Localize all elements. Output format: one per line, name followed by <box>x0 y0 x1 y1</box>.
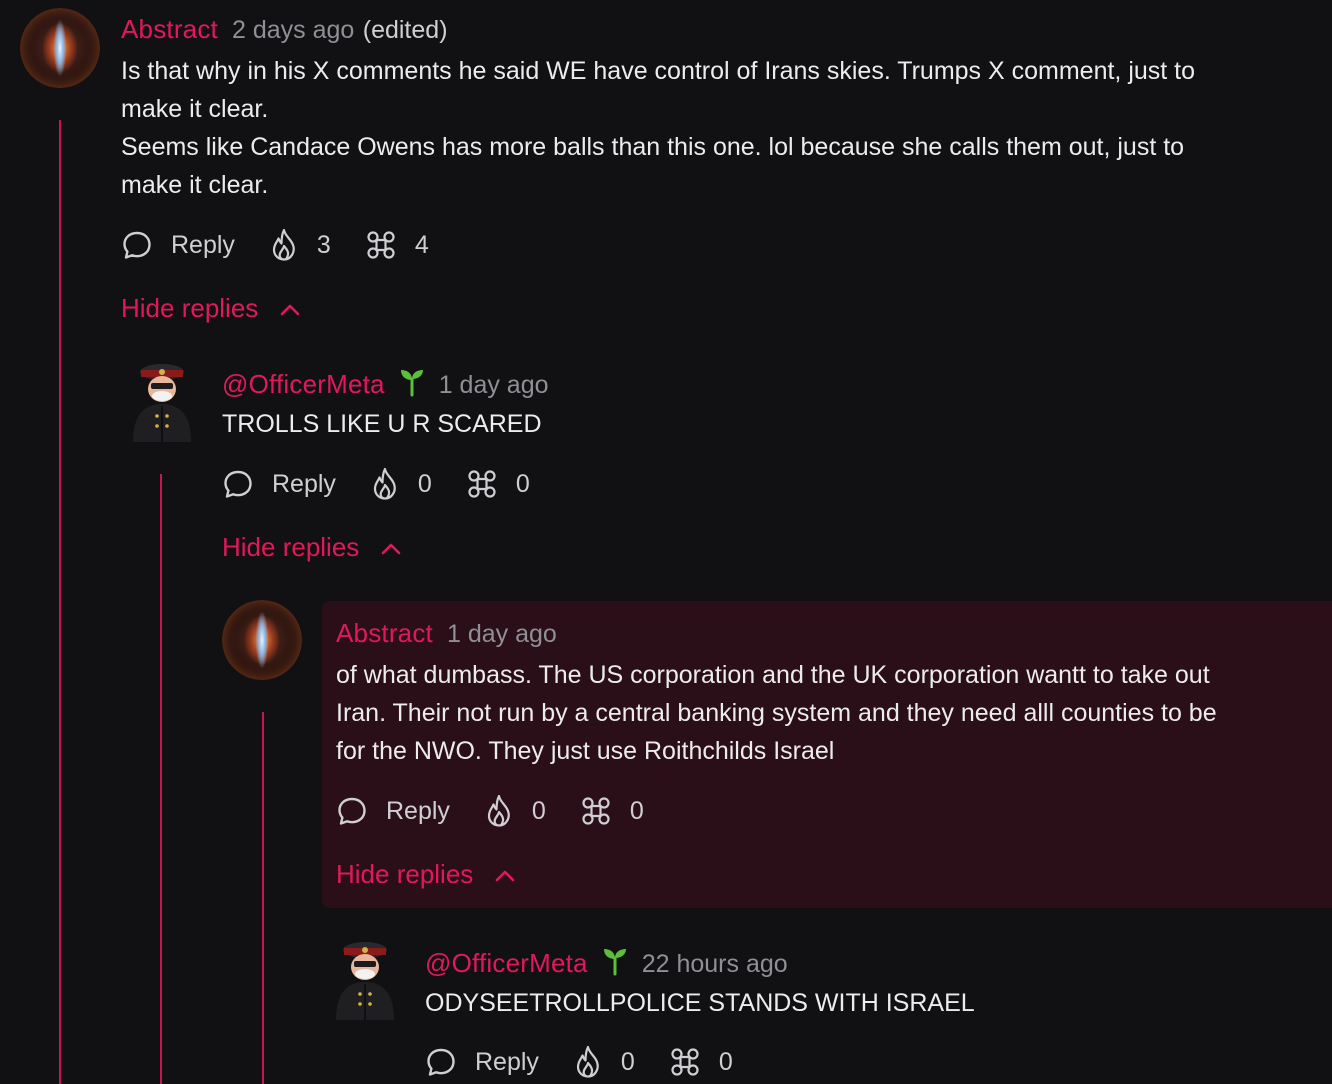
comment-line: Seems like Candace Owens has more balls … <box>121 133 1185 161</box>
comment-author[interactable]: Abstract <box>121 14 218 44</box>
slimes-count: 0 <box>629 796 644 825</box>
edited-label: (edited) <box>362 16 448 44</box>
comment-line: of what dumbass. The US corporation and … <box>336 661 1210 689</box>
comment-header: @OfficerMeta 22 hours ago <box>425 946 788 981</box>
fire-count: 0 <box>417 469 432 498</box>
comment-body: ODYSEETROLLPOLICE STANDS WITH ISRAEL <box>425 984 975 1022</box>
comment-line: ODYSEETROLLPOLICE STANDS WITH ISRAEL <box>425 989 975 1017</box>
fire-icon <box>484 794 514 828</box>
reply-label: Reply <box>272 469 336 498</box>
slimes-icon <box>669 1046 701 1078</box>
slimes-reaction-button[interactable]: 0 <box>669 1046 733 1078</box>
sprout-icon <box>399 367 425 402</box>
comment-body: Is that why in his X comments he said WE… <box>121 52 1195 204</box>
reply-button[interactable]: Reply <box>222 468 336 500</box>
fire-reaction-button[interactable]: 0 <box>484 794 546 828</box>
fire-icon <box>370 467 400 501</box>
comment-body: TROLLS LIKE U R SCARED <box>222 405 542 443</box>
speech-bubble-icon <box>425 1046 457 1078</box>
fire-count: 0 <box>531 796 546 825</box>
reply-label: Reply <box>171 230 235 259</box>
slimes-reaction-button[interactable]: 4 <box>365 229 429 261</box>
fire-reaction-button[interactable]: 0 <box>370 467 432 501</box>
slimes-reaction-button[interactable]: 0 <box>580 795 644 827</box>
speech-bubble-icon <box>222 468 254 500</box>
slimes-count: 0 <box>718 1047 733 1076</box>
slimes-count: 4 <box>414 230 429 259</box>
comment-author[interactable]: @OfficerMeta <box>425 948 588 978</box>
comment-author[interactable]: @OfficerMeta <box>222 369 385 399</box>
comment-line: make it clear. <box>121 171 269 199</box>
speech-bubble-icon <box>336 795 368 827</box>
fire-count: 3 <box>316 230 331 259</box>
thread-line-level1[interactable] <box>59 120 61 1084</box>
avatar-officermeta[interactable] <box>117 356 207 446</box>
slimes-reaction-button[interactable]: 0 <box>466 468 530 500</box>
sprout-icon <box>602 946 628 981</box>
comment-thread: Abstract 2 days ago (edited) Is that why … <box>0 0 1332 1084</box>
comment-line: Iran. Their not run by a central banking… <box>336 699 1217 727</box>
fire-icon <box>269 228 299 262</box>
reply-button[interactable]: Reply <box>336 795 450 827</box>
reply-button[interactable]: Reply <box>425 1046 539 1078</box>
comment-header: Abstract 2 days ago (edited) <box>121 14 448 45</box>
chevron-up-icon <box>473 859 515 890</box>
comment-time[interactable]: 1 day ago <box>447 620 557 648</box>
officer-avatar-image <box>336 942 394 1020</box>
comment-actions: Reply 0 0 <box>425 1045 733 1079</box>
comment-time[interactable]: 22 hours ago <box>642 950 788 978</box>
comment-header: Abstract 1 day ago <box>336 618 557 649</box>
hide-replies-button[interactable]: Hide replies <box>222 532 401 563</box>
thread-line-level3[interactable] <box>262 712 264 1084</box>
reply-button[interactable]: Reply <box>121 229 235 261</box>
hide-replies-button[interactable]: Hide replies <box>336 859 515 890</box>
slimes-icon <box>580 795 612 827</box>
avatar-abstract[interactable] <box>222 600 302 680</box>
comment-time[interactable]: 1 day ago <box>439 371 549 399</box>
comment-header: @OfficerMeta 1 day ago <box>222 367 549 402</box>
hide-replies-button[interactable]: Hide replies <box>121 293 300 324</box>
reply-label: Reply <box>475 1047 539 1076</box>
comment-line: Is that why in his X comments he said WE… <box>121 57 1196 85</box>
slimes-icon <box>365 229 397 261</box>
hide-replies-label: Hide replies <box>121 293 259 323</box>
hide-replies-label: Hide replies <box>222 532 360 562</box>
slimes-icon <box>466 468 498 500</box>
fire-icon <box>573 1045 603 1079</box>
avatar-officermeta[interactable] <box>320 934 410 1024</box>
fire-count: 0 <box>620 1047 635 1076</box>
slimes-count: 0 <box>515 469 530 498</box>
avatar-abstract[interactable] <box>20 8 100 88</box>
officer-avatar-image <box>133 364 191 442</box>
comment-line: make it clear. <box>121 95 269 123</box>
comment-author[interactable]: Abstract <box>336 618 433 648</box>
comment-actions: Reply 0 0 <box>336 794 644 828</box>
comment-actions: Reply 3 4 <box>121 228 429 262</box>
reply-label: Reply <box>386 796 450 825</box>
comment-time[interactable]: 2 days ago <box>232 16 354 44</box>
comment-actions: Reply 0 0 <box>222 467 530 501</box>
speech-bubble-icon <box>121 229 153 261</box>
comment-body: of what dumbass. The US corporation and … <box>336 656 1217 770</box>
fire-reaction-button[interactable]: 3 <box>269 228 331 262</box>
comment-line: for the NWO. They just use Roithchilds I… <box>336 737 835 765</box>
hide-replies-label: Hide replies <box>336 859 474 889</box>
comment-line: TROLLS LIKE U R SCARED <box>222 410 542 438</box>
chevron-up-icon <box>258 293 300 324</box>
chevron-up-icon <box>359 532 401 563</box>
fire-reaction-button[interactable]: 0 <box>573 1045 635 1079</box>
thread-line-level2[interactable] <box>160 474 162 1084</box>
